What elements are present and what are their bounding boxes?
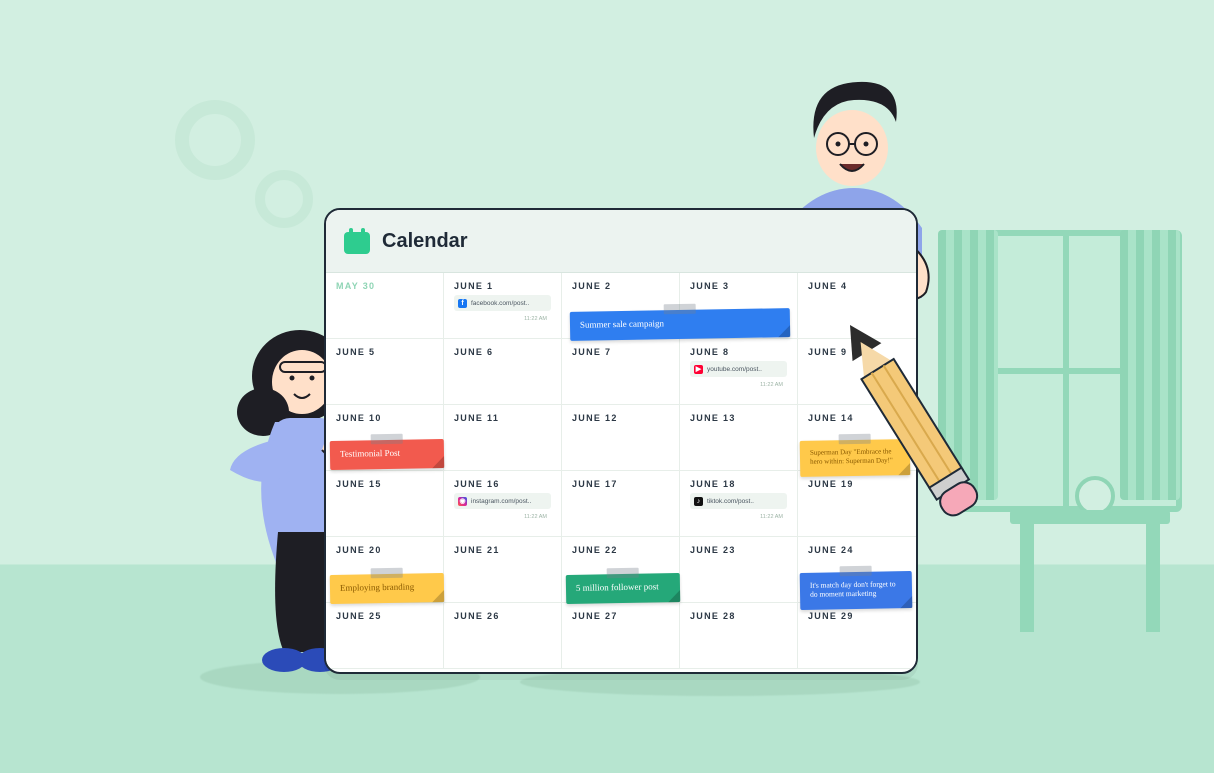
date-label: June 28 — [690, 611, 787, 621]
date-label: June 4 — [808, 281, 906, 291]
calendar-cell[interactable]: June 7 — [562, 339, 680, 405]
sticky-text: Employing branding — [340, 582, 414, 593]
calendar-cell[interactable]: June 12 — [562, 405, 680, 471]
calendar-cell[interactable]: June 18 ♪ tiktok.com/post.. 11:22 AM — [680, 471, 798, 537]
date-label: June 7 — [572, 347, 669, 357]
calendar-cell[interactable]: June 26 — [444, 603, 562, 669]
sticky-note[interactable]: 5 million follower post — [566, 573, 680, 604]
date-label: May 30 — [336, 281, 433, 291]
calendar-cell[interactable]: June 23 — [680, 537, 798, 603]
calendar-header: Calendar — [326, 210, 916, 273]
sticky-text: It's match day don't forget to do moment… — [810, 579, 896, 599]
date-label: June 20 — [336, 545, 433, 555]
scheduled-post-chip[interactable]: f facebook.com/post.. 11:22 AM — [454, 295, 551, 311]
curtain-decoration — [1120, 230, 1180, 500]
calendar-cell[interactable]: June 19 — [798, 471, 916, 537]
chip-text: tiktok.com/post.. — [707, 498, 754, 505]
calendar-icon — [344, 228, 370, 254]
date-label: June 15 — [336, 479, 433, 489]
date-label: June 1 — [454, 281, 551, 291]
date-label: June 21 — [454, 545, 551, 555]
chip-text: facebook.com/post.. — [471, 300, 529, 307]
chip-time: 11:22 AM — [760, 514, 783, 520]
calendar-cell[interactable]: June 11 — [444, 405, 562, 471]
chip-text: youtube.com/post.. — [707, 366, 762, 373]
sticky-note[interactable]: It's match day don't forget to do moment… — [800, 571, 913, 610]
youtube-icon: ▶ — [694, 365, 703, 374]
date-label: June 26 — [454, 611, 551, 621]
calendar-cell[interactable]: June 16 ◉ instagram.com/post.. 11:22 AM — [444, 471, 562, 537]
sticky-text: 5 million follower post — [576, 581, 659, 592]
date-label: June 24 — [808, 545, 906, 555]
calendar-cell[interactable]: June 8 ▶ youtube.com/post.. 11:22 AM — [680, 339, 798, 405]
calendar-title: Calendar — [382, 230, 468, 253]
calendar-cell[interactable]: June 1 f facebook.com/post.. 11:22 AM — [444, 273, 562, 339]
date-label: June 22 — [572, 545, 669, 555]
desk-decoration — [1010, 510, 1170, 524]
date-label: June 8 — [690, 347, 787, 357]
calendar-cell[interactable]: May 30 — [326, 273, 444, 339]
date-label: June 25 — [336, 611, 433, 621]
calendar-cell[interactable]: June 13 — [680, 405, 798, 471]
calendar-cell[interactable]: June 17 — [562, 471, 680, 537]
date-label: June 29 — [808, 611, 906, 621]
date-label: June 17 — [572, 479, 669, 489]
chip-text: instagram.com/post.. — [471, 498, 531, 505]
date-label: June 10 — [336, 413, 433, 423]
scheduled-post-chip[interactable]: ♪ tiktok.com/post.. 11:22 AM — [690, 493, 787, 509]
sticky-text: Superman Day "Embrace the hero within: S… — [810, 447, 893, 465]
date-label: June 11 — [454, 413, 551, 423]
date-label: June 27 — [572, 611, 669, 621]
date-label: June 13 — [690, 413, 787, 423]
chip-time: 11:22 AM — [524, 514, 547, 520]
gear-icon — [255, 170, 313, 228]
date-label: June 16 — [454, 479, 551, 489]
calendar-cell[interactable]: June 25 — [326, 603, 444, 669]
tiktok-icon: ♪ — [694, 497, 703, 506]
sticky-note[interactable]: Superman Day "Embrace the hero within: S… — [800, 439, 911, 476]
calendar-cell[interactable]: June 27 — [562, 603, 680, 669]
facebook-icon: f — [458, 299, 467, 308]
gear-icon — [175, 100, 255, 180]
sticky-note[interactable]: Employing branding — [330, 573, 444, 604]
date-label: June 5 — [336, 347, 433, 357]
date-label: June 6 — [454, 347, 551, 357]
scheduled-post-chip[interactable]: ◉ instagram.com/post.. 11:22 AM — [454, 493, 551, 509]
calendar-cell[interactable]: June 29 — [798, 603, 916, 669]
chip-time: 11:22 AM — [760, 382, 783, 388]
date-label: June 2 — [572, 281, 669, 291]
date-label: June 23 — [690, 545, 787, 555]
calendar-cell[interactable]: June 28 — [680, 603, 798, 669]
sticky-note[interactable]: Summer sale campaign — [570, 308, 790, 341]
sticky-note[interactable]: Testimonial Post — [330, 439, 444, 470]
calendar-cell[interactable]: June 15 — [326, 471, 444, 537]
date-label: June 19 — [808, 479, 906, 489]
calendar-cell[interactable]: June 6 — [444, 339, 562, 405]
calendar-cell[interactable]: June 21 — [444, 537, 562, 603]
sticky-text: Testimonial Post — [340, 448, 400, 459]
sticky-text: Summer sale campaign — [580, 318, 664, 329]
calendar-cell[interactable]: June 5 — [326, 339, 444, 405]
instagram-icon: ◉ — [458, 497, 467, 506]
chip-time: 11:22 AM — [524, 316, 547, 322]
date-label: June 18 — [690, 479, 787, 489]
date-label: June 3 — [690, 281, 787, 291]
scheduled-post-chip[interactable]: ▶ youtube.com/post.. 11:22 AM — [690, 361, 787, 377]
date-label: June 12 — [572, 413, 669, 423]
